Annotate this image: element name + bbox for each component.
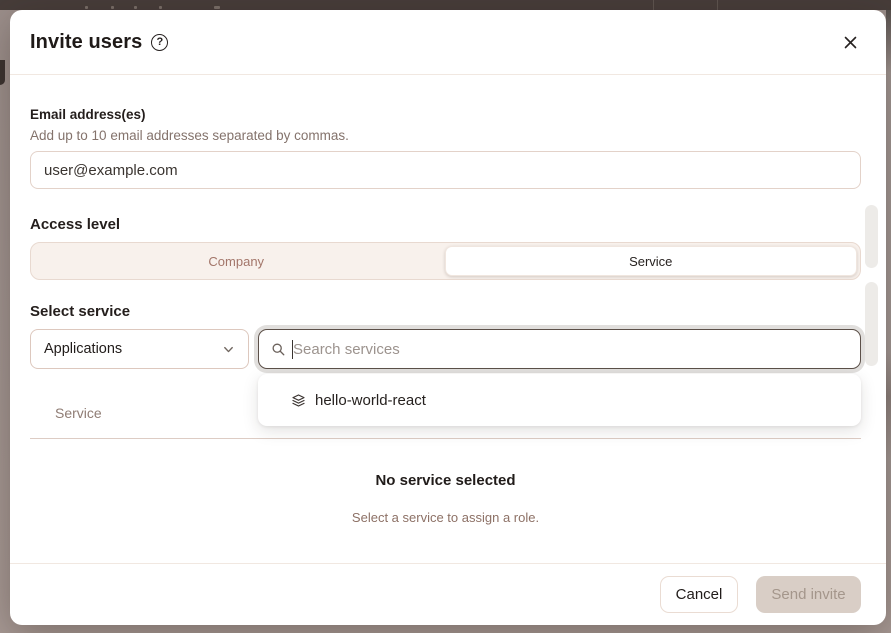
background-text-fragment	[111, 6, 114, 9]
service-type-dropdown[interactable]: Applications	[30, 329, 249, 369]
background-page-edge	[886, 10, 891, 633]
dialog-body: Email address(es) Add up to 10 email add…	[10, 75, 886, 525]
service-picker-row: Applications hello-world-react	[30, 329, 861, 369]
cancel-button[interactable]: Cancel	[660, 576, 738, 613]
service-search-field	[258, 329, 861, 369]
segment-company[interactable]: Company	[31, 243, 442, 279]
search-result-label: hello-world-react	[315, 392, 426, 409]
background-text-fragment	[134, 6, 137, 9]
invite-users-dialog: Invite users ? Email address(es) Add up …	[10, 10, 886, 625]
search-icon	[271, 342, 286, 357]
chevron-down-icon	[222, 343, 235, 356]
segment-service[interactable]: Service	[445, 246, 858, 276]
close-icon[interactable]	[839, 31, 861, 53]
email-input[interactable]	[30, 151, 861, 189]
text-caret	[292, 340, 293, 359]
background-text-fragment	[85, 6, 88, 9]
select-service-section: Select service Applications	[30, 303, 861, 369]
navbar-divider	[653, 0, 654, 10]
dialog-title: Invite users	[30, 31, 142, 54]
help-icon[interactable]: ?	[151, 34, 168, 51]
scrollbar-thumb[interactable]	[865, 282, 878, 366]
empty-state-subtitle: Select a service to assign a role.	[30, 510, 861, 525]
empty-state: No service selected Select a service to …	[30, 472, 861, 525]
search-result-item[interactable]: hello-world-react	[258, 380, 861, 420]
background-page-fragment	[0, 60, 5, 85]
search-input[interactable]	[293, 341, 848, 358]
email-hint: Add up to 10 email addresses separated b…	[30, 128, 861, 143]
background-text-fragment	[214, 6, 220, 9]
search-results-popover: hello-world-react	[258, 374, 861, 426]
service-type-value: Applications	[44, 341, 122, 357]
service-column-header: Service	[55, 405, 102, 421]
stack-icon	[291, 393, 306, 408]
email-section: Email address(es) Add up to 10 email add…	[30, 107, 861, 189]
select-service-label: Select service	[30, 303, 861, 320]
navbar-divider	[717, 0, 718, 10]
dialog-footer: Cancel Send invite	[10, 563, 886, 625]
dialog-header: Invite users ?	[10, 10, 886, 75]
background-text-fragment	[159, 6, 162, 9]
access-level-label: Access level	[30, 216, 861, 233]
access-level-toggle: Company Service	[30, 242, 861, 280]
access-level-section: Access level Company Service	[30, 216, 861, 280]
table-divider	[30, 438, 861, 439]
segment-company-label: Company	[208, 254, 264, 269]
background-navbar	[0, 0, 891, 10]
segment-service-label: Service	[629, 254, 672, 269]
scrollbar-thumb[interactable]	[865, 205, 878, 268]
email-label: Email address(es)	[30, 107, 861, 122]
send-invite-button[interactable]: Send invite	[756, 576, 861, 613]
empty-state-title: No service selected	[30, 472, 861, 489]
